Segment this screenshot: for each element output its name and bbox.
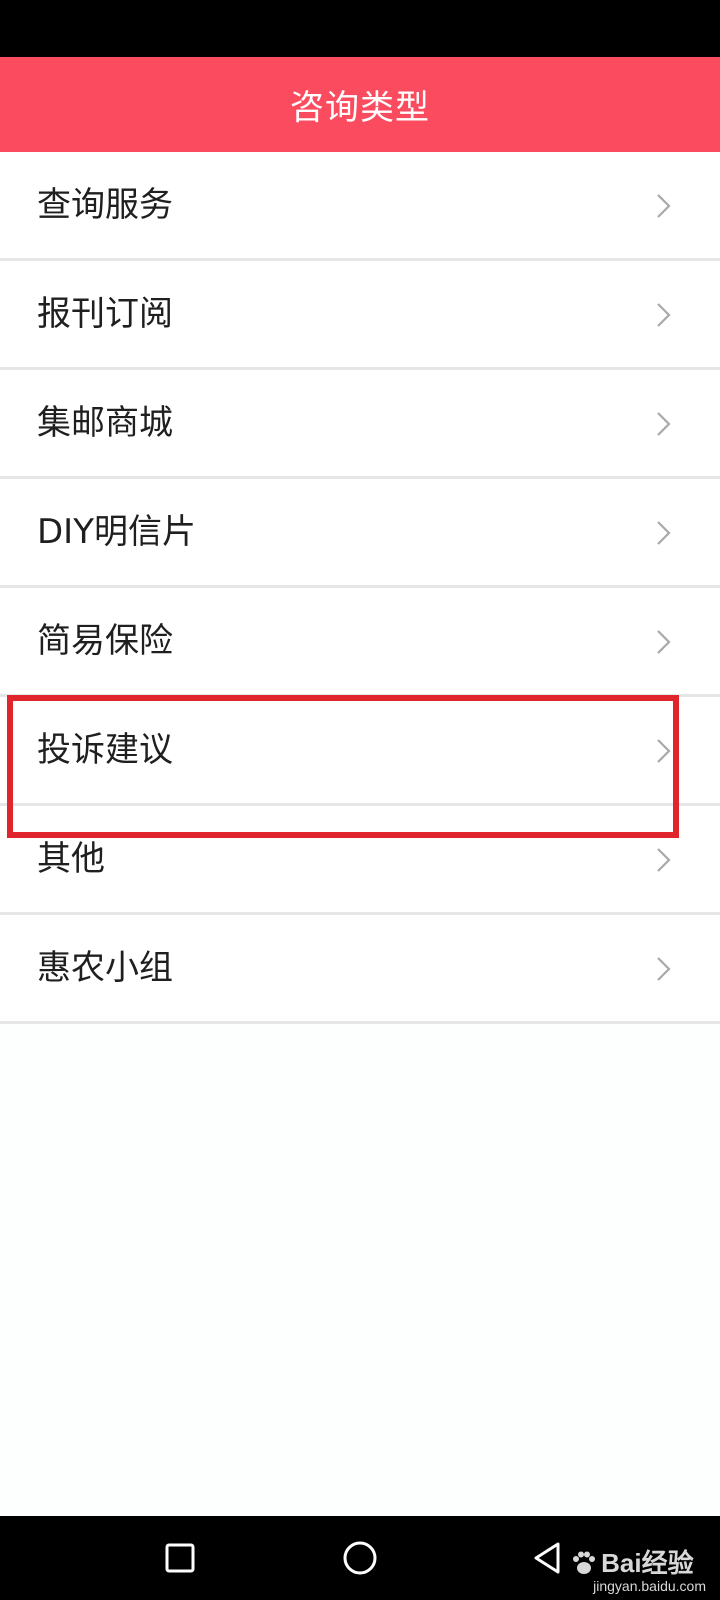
header-bar: 咨询类型 xyxy=(0,57,720,152)
list-item-diy-postcard[interactable]: DIY明信片 xyxy=(0,479,720,588)
chevron-right-icon xyxy=(657,630,671,654)
list-item-label: 集邮商城 xyxy=(37,403,173,443)
paw-icon xyxy=(573,1551,596,1574)
list-item-label: 查询服务 xyxy=(37,185,173,225)
recent-apps-button[interactable] xyxy=(135,1516,225,1600)
list-item-stamp-mall[interactable]: 集邮商城 xyxy=(0,370,720,479)
triangle-left-icon xyxy=(534,1542,560,1574)
list-item-label: DIY明信片 xyxy=(37,512,196,552)
chevron-right-icon xyxy=(657,957,671,981)
baidu-jingyan-watermark: Bai经验 jingyan.baidu.com xyxy=(571,1548,706,1594)
chevron-right-icon xyxy=(657,848,671,872)
list-item-label: 其他 xyxy=(37,839,105,879)
status-bar xyxy=(0,0,720,57)
list-item-label: 报刊订阅 xyxy=(37,294,173,334)
square-icon xyxy=(165,1543,195,1573)
home-button[interactable] xyxy=(315,1516,405,1600)
chevron-right-icon xyxy=(657,412,671,436)
circle-icon xyxy=(343,1541,377,1575)
app-screen: 咨询类型 查询服务 报刊订阅 集邮商城 DIY明信片 简易保险 投诉建议 其他 … xyxy=(0,0,720,1600)
list-item-label: 投诉建议 xyxy=(37,730,173,770)
list-item-simple-insurance[interactable]: 简易保险 xyxy=(0,588,720,697)
chevron-right-icon xyxy=(657,194,671,218)
chevron-right-icon xyxy=(657,521,671,545)
watermark-brand: Bai经验 xyxy=(601,1548,694,1578)
list-item-label: 惠农小组 xyxy=(37,948,173,988)
list-item-agri-group[interactable]: 惠农小组 xyxy=(0,915,720,1024)
list-item-query-service[interactable]: 查询服务 xyxy=(0,152,720,261)
consult-type-list: 查询服务 报刊订阅 集邮商城 DIY明信片 简易保险 投诉建议 其他 惠农小组 xyxy=(0,152,720,1024)
watermark-url: jingyan.baidu.com xyxy=(593,1578,706,1594)
list-item-complaint-suggestion[interactable]: 投诉建议 xyxy=(0,697,720,806)
chevron-right-icon xyxy=(657,303,671,327)
chevron-right-icon xyxy=(657,739,671,763)
page-title: 咨询类型 xyxy=(290,88,430,128)
system-nav-bar: Bai经验 jingyan.baidu.com xyxy=(0,1516,720,1600)
list-item-other[interactable]: 其他 xyxy=(0,806,720,915)
list-item-newspaper-subscription[interactable]: 报刊订阅 xyxy=(0,261,720,370)
list-item-label: 简易保险 xyxy=(37,621,173,661)
